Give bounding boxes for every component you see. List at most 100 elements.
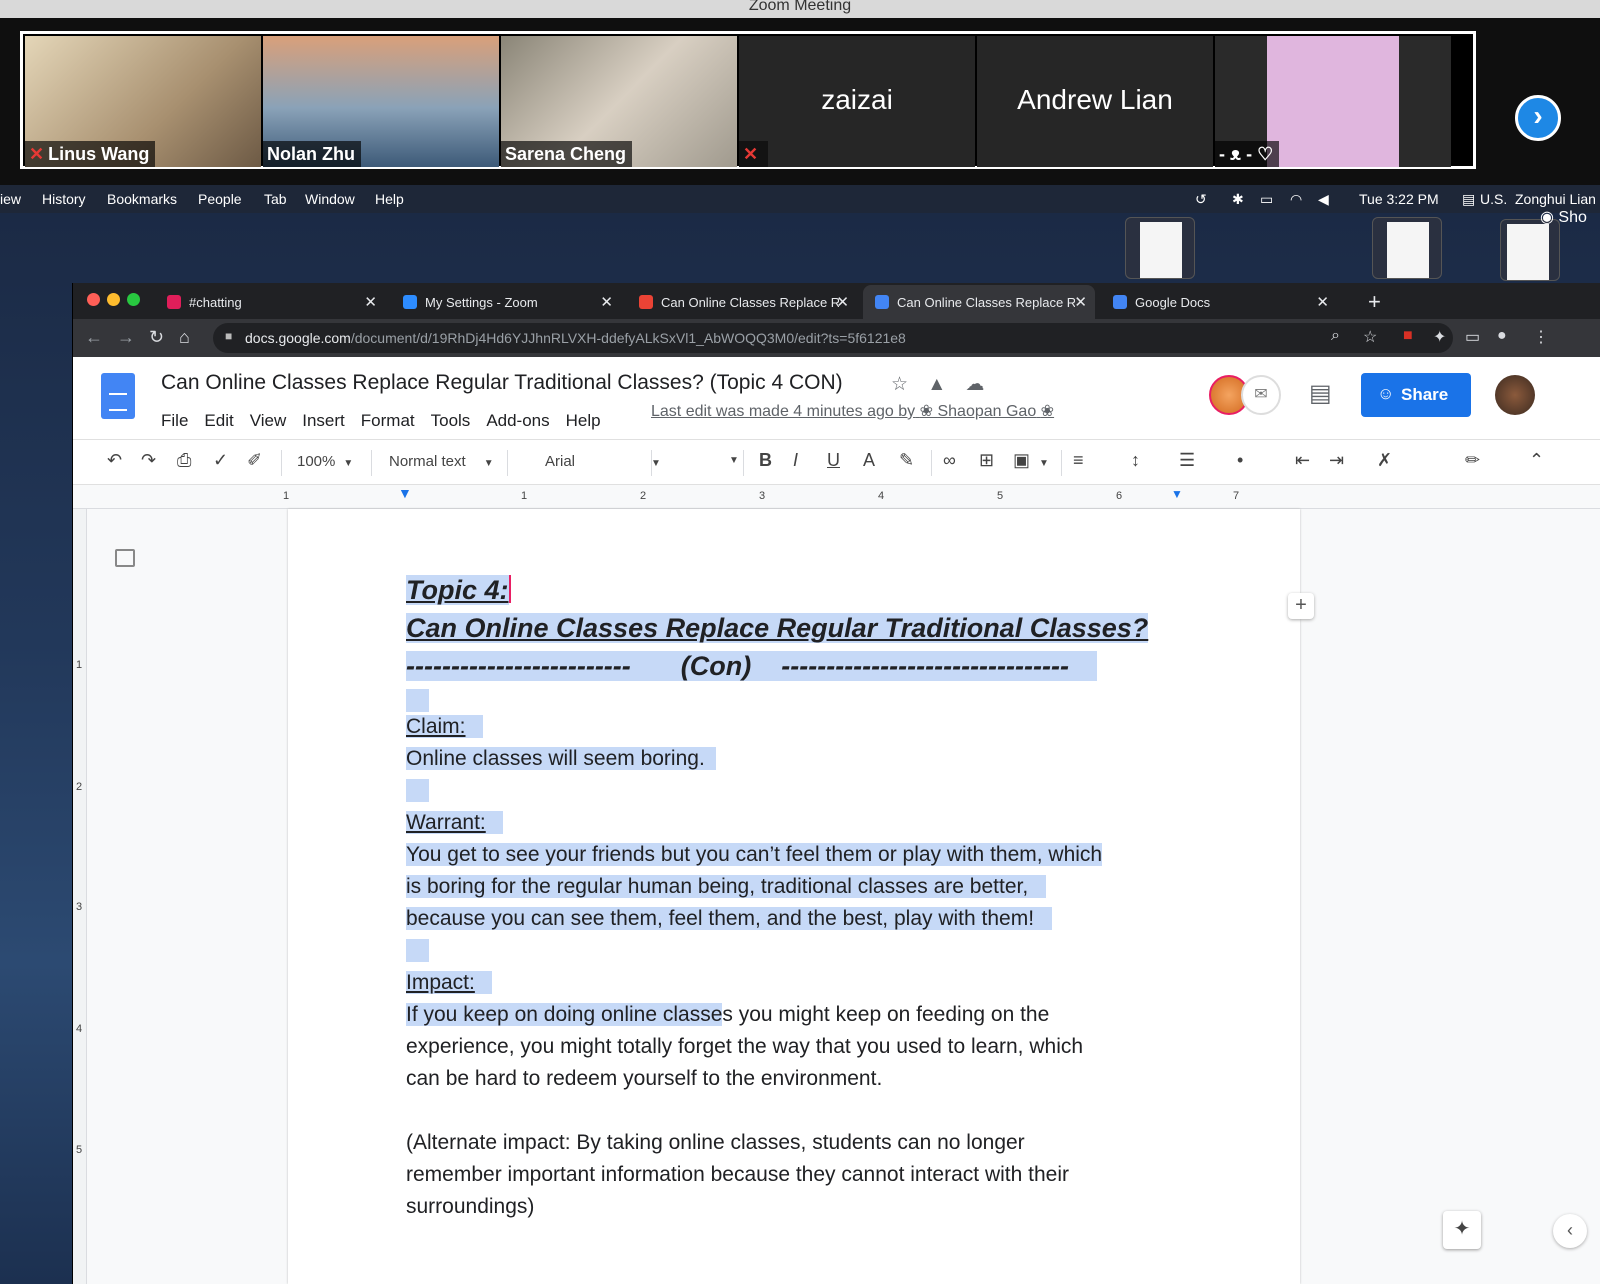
document-title[interactable]: Can Online Classes Replace Regular Tradi…: [161, 371, 843, 395]
menubar-item[interactable]: Help: [375, 191, 404, 207]
input-source[interactable]: U.S.: [1480, 191, 1507, 207]
back-icon[interactable]: ←: [85, 327, 103, 348]
chevron-right-icon[interactable]: ›: [1515, 95, 1561, 141]
add-comment-icon[interactable]: +: [1288, 593, 1314, 619]
screen-share-label[interactable]: Sho: [1558, 209, 1586, 226]
line-spacing-icon[interactable]: ↕: [1131, 450, 1140, 471]
indent-marker-icon[interactable]: ▼: [398, 485, 412, 501]
menubar-item[interactable]: iew: [0, 191, 21, 207]
menu-file[interactable]: File: [161, 411, 188, 430]
participant-tile[interactable]: zaizai ✕: [739, 36, 975, 167]
text-color-icon[interactable]: A: [863, 450, 875, 471]
close-tab-icon[interactable]: ✕: [836, 293, 849, 311]
participant-tile[interactable]: - ᴥ - ♡: [1215, 36, 1451, 167]
desktop-file-icon[interactable]: [1500, 219, 1560, 281]
cast-icon[interactable]: ▭: [1465, 327, 1480, 347]
print-icon[interactable]: ⎙: [177, 450, 191, 471]
profile-avatar-icon[interactable]: ●: [1497, 327, 1507, 345]
font-select[interactable]: Arial ▼: [545, 453, 661, 470]
participant-tile[interactable]: Nolan Zhu: [263, 36, 499, 167]
italic-icon[interactable]: I: [793, 450, 798, 471]
account-avatar[interactable]: [1495, 375, 1535, 415]
document-body[interactable]: Topic 4: Can Online Classes Replace Regu…: [406, 571, 1206, 1223]
home-icon[interactable]: ⌂: [179, 327, 190, 348]
chrome-menu-icon[interactable]: ⋮: [1533, 327, 1549, 347]
horizontal-ruler[interactable]: 1 ▼ 1 2 3 4 5 6 ▼ 7: [73, 485, 1600, 509]
desktop-file-icon[interactable]: [1125, 217, 1195, 279]
insert-image-icon[interactable]: ▣: [1013, 450, 1030, 471]
menu-edit[interactable]: Edit: [204, 411, 233, 430]
menu-help[interactable]: Help: [566, 411, 601, 430]
browser-tab-active[interactable]: Can Online Classes Replace Re ✕: [863, 285, 1095, 319]
bold-icon[interactable]: B: [759, 450, 772, 471]
reload-icon[interactable]: ↻: [149, 327, 164, 348]
comment-history-icon[interactable]: ▤: [1309, 379, 1332, 408]
volume-icon[interactable]: ◀: [1318, 191, 1329, 208]
right-indent-marker-icon[interactable]: ▼: [1171, 487, 1183, 501]
menu-addons[interactable]: Add-ons: [486, 411, 549, 430]
menubar-item[interactable]: Window: [305, 191, 355, 207]
participant-tile[interactable]: Sarena Cheng: [501, 36, 737, 167]
clock[interactable]: Tue 3:22 PM: [1359, 191, 1439, 207]
document-outline-icon[interactable]: [115, 549, 135, 567]
decrease-indent-icon[interactable]: ⇤: [1295, 450, 1310, 471]
lock-icon[interactable]: ■: [225, 329, 232, 343]
new-tab-icon[interactable]: +: [1368, 289, 1381, 315]
vertical-ruler[interactable]: 1 2 3 4 5: [73, 509, 87, 1284]
chevron-down-icon[interactable]: ▼: [1039, 458, 1049, 469]
close-tab-icon[interactable]: ✕: [600, 293, 613, 311]
link-icon[interactable]: ∞: [943, 450, 956, 471]
minimize-window-button[interactable]: [107, 293, 120, 306]
menu-insert[interactable]: Insert: [302, 411, 345, 430]
highlight-icon[interactable]: ✎: [899, 450, 914, 471]
clear-formatting-icon[interactable]: ✗: [1377, 450, 1392, 471]
browser-tab[interactable]: My Settings - Zoom ✕: [391, 285, 621, 319]
browser-tab[interactable]: Google Docs ✕: [1101, 285, 1337, 319]
url-bar[interactable]: ■ docs.google.com/document/d/19RhDj4Hd6Y…: [213, 323, 1453, 353]
battery-icon[interactable]: ▭: [1260, 191, 1273, 208]
menu-tools[interactable]: Tools: [431, 411, 471, 430]
zoom-select[interactable]: 100% ▼: [297, 453, 353, 470]
move-to-drive-icon[interactable]: ▲: [927, 374, 946, 395]
forward-icon[interactable]: →: [117, 327, 135, 348]
bluetooth-icon[interactable]: ✱: [1232, 191, 1244, 208]
paint-format-icon[interactable]: ✐: [247, 450, 262, 471]
close-tab-icon[interactable]: ✕: [1074, 293, 1087, 311]
maximize-window-button[interactable]: [127, 293, 140, 306]
cloud-saved-icon[interactable]: ☁: [965, 374, 984, 395]
numbered-list-icon[interactable]: ☰: [1179, 450, 1195, 471]
browser-tab[interactable]: #chatting ✕: [155, 285, 385, 319]
redo-icon[interactable]: ↷: [141, 450, 156, 471]
align-left-icon[interactable]: ≡: [1073, 450, 1084, 471]
menubar-item[interactable]: History: [42, 191, 86, 207]
chevron-left-icon[interactable]: ‹: [1553, 1214, 1587, 1248]
extension-icon[interactable]: ■: [1403, 327, 1413, 345]
close-window-button[interactable]: [87, 293, 100, 306]
participant-tile[interactable]: ✕ Linus Wang: [25, 36, 261, 167]
bulleted-list-icon[interactable]: •: [1237, 450, 1243, 471]
close-tab-icon[interactable]: ✕: [364, 293, 377, 311]
editing-mode-icon[interactable]: ✏: [1465, 450, 1480, 471]
collapse-menu-icon[interactable]: ⌃: [1529, 450, 1544, 471]
menubar-item[interactable]: Tab: [264, 191, 287, 207]
menubar-item[interactable]: Bookmarks: [107, 191, 177, 207]
spellcheck-icon[interactable]: ✓: [213, 450, 228, 471]
time-machine-icon[interactable]: ↺: [1195, 191, 1207, 208]
add-comment-icon[interactable]: ⊞: [979, 450, 994, 471]
zoom-magnifier-icon[interactable]: ⌕: [1331, 327, 1340, 345]
last-edit-link[interactable]: Last edit was made 4 minutes ago by ❀ Sh…: [651, 401, 1054, 421]
menu-view[interactable]: View: [250, 411, 287, 430]
star-icon[interactable]: ☆: [891, 374, 908, 395]
bookmark-star-icon[interactable]: ☆: [1363, 327, 1377, 347]
user-name[interactable]: Zonghui Lian: [1515, 191, 1596, 207]
menu-format[interactable]: Format: [361, 411, 415, 430]
menubar-item[interactable]: People: [198, 191, 242, 207]
underline-icon[interactable]: U: [827, 450, 840, 471]
share-button[interactable]: ☺ Share: [1361, 373, 1471, 417]
browser-tab[interactable]: Can Online Classes Replace Re ✕: [627, 285, 857, 319]
meet-present-icon[interactable]: ✉: [1241, 375, 1281, 415]
desktop-file-icon[interactable]: [1372, 217, 1442, 279]
wifi-icon[interactable]: ◠: [1290, 191, 1302, 208]
undo-icon[interactable]: ↶: [107, 450, 122, 471]
extensions-puzzle-icon[interactable]: ✦: [1433, 327, 1446, 347]
